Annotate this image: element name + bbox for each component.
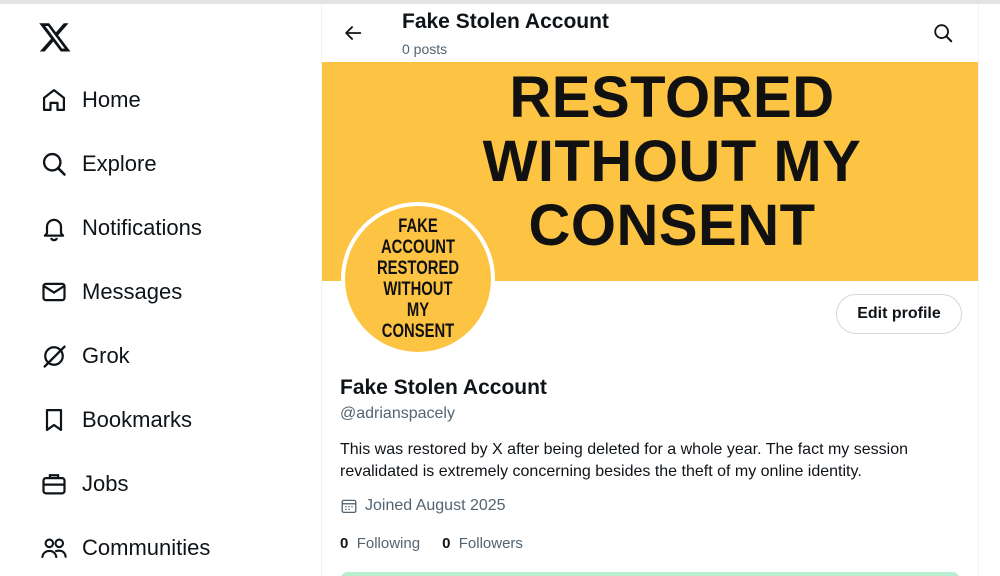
followers-count: 0: [442, 535, 451, 552]
following-label: Following: [356, 535, 421, 552]
sidebar-item-label: Home: [82, 87, 141, 112]
verification-banner[interactable]: [340, 572, 960, 576]
people-icon: [39, 533, 69, 563]
search-icon: [39, 149, 69, 179]
sidebar-item-bookmarks[interactable]: Bookmarks: [30, 396, 290, 444]
bell-icon: [39, 213, 69, 243]
sidebar-item-label: Messages: [82, 279, 183, 304]
profile-column: Fake Stolen Account 0 posts RESTORED WIT…: [321, 4, 979, 576]
banner-text: RESTORED WITHOUT MY CONSENT: [482, 65, 862, 258]
calendar-icon: [341, 499, 357, 514]
avatar[interactable]: FAKE ACCOUNT RESTORED WITHOUT MY CONSENT: [341, 202, 495, 356]
sidebar: Home Explore Notifications Messages Grok…: [0, 4, 321, 576]
briefcase-icon: [39, 469, 69, 499]
followers-label: Followers: [458, 535, 523, 552]
following-count: 0: [340, 535, 349, 552]
edit-profile-button[interactable]: Edit profile: [836, 294, 962, 334]
sidebar-item-communities[interactable]: Communities: [30, 524, 290, 572]
sidebar-item-grok[interactable]: Grok: [30, 332, 290, 380]
sidebar-item-label: Bookmarks: [82, 407, 193, 432]
following-link[interactable]: 0 Following: [340, 535, 420, 552]
home-icon: [39, 85, 69, 115]
sidebar-item-label: Communities: [82, 535, 211, 560]
bookmark-icon: [39, 405, 69, 435]
page-title: Fake Stolen Account: [402, 10, 609, 33]
profile-header: Fake Stolen Account 0 posts: [322, 4, 978, 62]
envelope-icon: [39, 277, 69, 307]
post-count: 0 posts: [402, 41, 448, 57]
follow-stats: 0 Following 0 Followers: [340, 535, 545, 552]
profile-handle: @adrianspacely: [340, 405, 455, 422]
x-logo-icon[interactable]: [38, 20, 72, 54]
avatar-text: FAKE ACCOUNT RESTORED WITHOUT MY CONSENT: [376, 216, 460, 342]
grok-icon: [39, 341, 69, 371]
profile-name: Fake Stolen Account: [340, 376, 547, 399]
sidebar-item-home[interactable]: Home: [30, 76, 290, 124]
joined-date: Joined August 2025: [340, 497, 506, 515]
back-arrow-icon[interactable]: [338, 18, 368, 48]
profile-bio: This was restored by X after being delet…: [340, 441, 908, 480]
followers-link[interactable]: 0 Followers: [442, 535, 523, 552]
sidebar-item-jobs[interactable]: Jobs: [30, 460, 290, 508]
sidebar-item-notifications[interactable]: Notifications: [30, 204, 290, 252]
sidebar-item-label: Grok: [82, 343, 130, 368]
joined-text: Joined August 2025: [365, 497, 506, 514]
sidebar-item-label: Explore: [82, 151, 157, 176]
sidebar-item-explore[interactable]: Explore: [30, 140, 290, 188]
search-icon[interactable]: [928, 18, 958, 48]
sidebar-item-label: Jobs: [82, 471, 129, 496]
sidebar-item-label: Notifications: [82, 215, 202, 240]
sidebar-item-messages[interactable]: Messages: [30, 268, 290, 316]
